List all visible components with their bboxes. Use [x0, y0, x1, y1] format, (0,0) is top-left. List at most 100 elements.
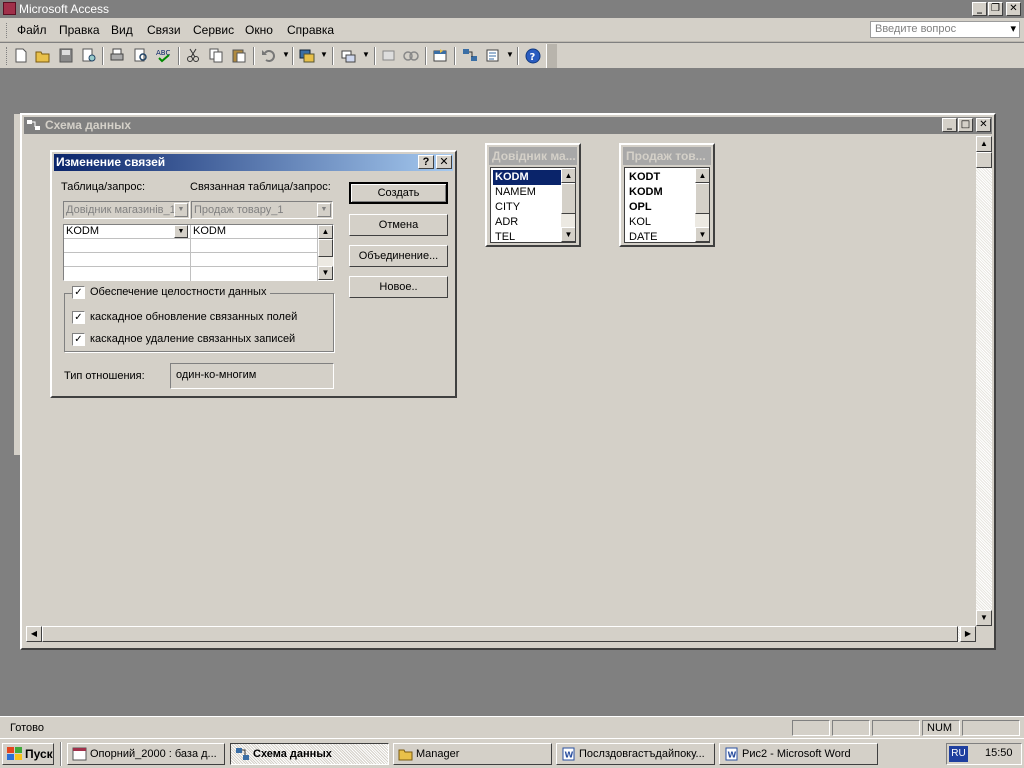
menu-file[interactable]: Файл: [17, 23, 47, 37]
field-item[interactable]: ADR: [493, 215, 561, 230]
scroll-right-button[interactable]: ▶: [960, 626, 976, 642]
field-item[interactable]: DATE: [627, 230, 695, 242]
chevron-down-icon[interactable]: ▼: [320, 50, 328, 59]
clear-layout-icon[interactable]: [380, 47, 398, 64]
grid-cell[interactable]: [191, 253, 318, 267]
paste-icon[interactable]: [230, 47, 248, 64]
table-title[interactable]: Продаж тов...: [623, 147, 711, 165]
field-item[interactable]: KOL: [627, 215, 695, 230]
new-icon[interactable]: [12, 47, 30, 64]
cancel-button[interactable]: Отмена: [349, 214, 448, 236]
scroll-left-button[interactable]: ◀: [26, 626, 42, 642]
field-mapping-grid[interactable]: KODM ▼ KODM ▲ ▼: [63, 224, 334, 281]
field-item[interactable]: TEL: [493, 230, 561, 242]
size-grip[interactable]: [976, 626, 992, 642]
taskbar-item[interactable]: W Рис2 - Microsoft Word: [719, 743, 878, 765]
enforce-integrity-checkbox[interactable]: ✓: [72, 286, 85, 299]
search-file-icon[interactable]: [80, 47, 98, 64]
grid-cell[interactable]: [191, 267, 318, 281]
restore-button[interactable]: ❐: [988, 2, 1003, 16]
help-question-input[interactable]: Введите вопрос ▾: [870, 21, 1020, 38]
menu-relationships[interactable]: Связи: [147, 23, 181, 37]
field-list-box[interactable]: KODT KODM OPL KOL DATE ▲ ▼: [624, 167, 710, 243]
table-title[interactable]: Довідник ма...: [489, 147, 577, 165]
taskbar-item[interactable]: Manager: [393, 743, 552, 765]
horizontal-scrollbar[interactable]: ◀ ▶: [26, 626, 976, 642]
show-direct-icon[interactable]: [402, 47, 420, 64]
minimize-button[interactable]: _: [972, 2, 987, 16]
start-button[interactable]: Пуск: [2, 743, 54, 765]
chevron-down-icon[interactable]: ▼: [362, 50, 370, 59]
menu-view[interactable]: Вид: [111, 23, 133, 37]
scroll-up-button[interactable]: ▲: [318, 225, 333, 239]
cut-icon[interactable]: [184, 47, 202, 64]
field-list-scrollbar[interactable]: ▲ ▼: [561, 168, 575, 242]
grid-cell[interactable]: [64, 267, 191, 281]
field-scroll-thumb[interactable]: [695, 183, 709, 214]
chevron-down-icon[interactable]: ▼: [506, 50, 514, 59]
show-table-icon[interactable]: [431, 47, 449, 64]
table-field-list[interactable]: Продаж тов... KODT KODM OPL KOL DATE ▲ ▼: [619, 143, 715, 247]
mdi-minimize-button[interactable]: _: [942, 118, 957, 132]
scroll-up-button[interactable]: ▲: [976, 136, 992, 152]
taskbar-item[interactable]: Схема данных: [230, 743, 389, 765]
dialog-titlebar[interactable]: Изменение связей ? ✕: [54, 154, 453, 171]
scroll-up-button[interactable]: ▲: [561, 168, 575, 183]
scroll-down-button[interactable]: ▼: [318, 266, 333, 280]
vertical-scroll-thumb[interactable]: [976, 152, 992, 168]
cascade-delete-checkbox[interactable]: ✓: [72, 333, 85, 346]
toolbar-options-button[interactable]: [546, 44, 557, 68]
open-icon[interactable]: [34, 47, 52, 64]
menu-edit[interactable]: Правка: [59, 23, 100, 37]
close-icon[interactable]: ✕: [436, 155, 452, 169]
field-item[interactable]: KODM: [493, 170, 561, 185]
help-icon[interactable]: ?: [524, 47, 542, 64]
cascade-update-option[interactable]: ✓ каскадное обновление связанных полей: [72, 311, 312, 325]
scroll-down-button[interactable]: ▼: [561, 227, 575, 242]
help-icon[interactable]: ?: [418, 155, 434, 169]
table-field-list[interactable]: Довідник ма... KODM NAMEM CITY ADR TEL ▲…: [485, 143, 581, 247]
undo-icon[interactable]: [260, 47, 278, 64]
scroll-down-button[interactable]: ▼: [976, 610, 992, 626]
right-field-cell[interactable]: KODM: [191, 225, 318, 239]
menu-tools[interactable]: Сервис: [193, 23, 234, 37]
relationships-window-titlebar[interactable]: Схема данных _ □ ✕: [24, 117, 992, 134]
field-item[interactable]: KODT: [627, 170, 695, 185]
menu-window[interactable]: Окно: [245, 23, 273, 37]
grid-cell[interactable]: [191, 239, 318, 253]
field-scroll-thumb[interactable]: [561, 183, 575, 214]
field-list-box[interactable]: KODM NAMEM CITY ADR TEL ▲ ▼: [490, 167, 576, 243]
taskbar-item[interactable]: W Послздовгастъдайпоку...: [556, 743, 715, 765]
mdi-maximize-button[interactable]: □: [958, 118, 973, 132]
new-object-icon[interactable]: [484, 47, 502, 64]
taskbar-item[interactable]: Опорний_2000 : база д...: [67, 743, 225, 765]
menu-help[interactable]: Справка: [287, 23, 334, 37]
toolbar-grip[interactable]: [6, 47, 9, 65]
field-item[interactable]: KODM: [627, 185, 695, 200]
menu-grip[interactable]: [6, 23, 9, 38]
analyze-icon[interactable]: [340, 47, 358, 64]
mdi-close-button[interactable]: ✕: [976, 118, 991, 132]
copy-icon[interactable]: [207, 47, 225, 64]
create-button[interactable]: Создать: [349, 182, 448, 204]
scroll-down-button[interactable]: ▼: [695, 227, 709, 242]
cascade-delete-option[interactable]: ✓ каскадное удаление связанных записей: [72, 333, 312, 347]
field-item[interactable]: NAMEM: [493, 185, 561, 200]
print-icon[interactable]: [108, 47, 126, 64]
grid-scrollbar[interactable]: ▲ ▼: [318, 225, 333, 280]
grid-cell[interactable]: [64, 253, 191, 267]
save-icon[interactable]: [57, 47, 75, 64]
scroll-up-button[interactable]: ▲: [695, 168, 709, 183]
left-field-cell[interactable]: KODM ▼: [64, 225, 191, 239]
print-preview-icon[interactable]: [132, 47, 150, 64]
grid-cell[interactable]: [64, 239, 191, 253]
close-button[interactable]: ✕: [1006, 2, 1021, 16]
show-all-icon[interactable]: [461, 47, 479, 64]
grid-scroll-thumb[interactable]: [318, 239, 333, 257]
spelling-icon[interactable]: ABC: [155, 47, 173, 64]
field-item[interactable]: CITY: [493, 200, 561, 215]
vertical-scrollbar[interactable]: ▲ ▼: [976, 136, 992, 626]
language-indicator[interactable]: RU: [949, 746, 968, 762]
create-new-button[interactable]: Новое..: [349, 276, 448, 298]
enforce-integrity-option[interactable]: ✓ Обеспечение целостности данных: [72, 286, 270, 300]
